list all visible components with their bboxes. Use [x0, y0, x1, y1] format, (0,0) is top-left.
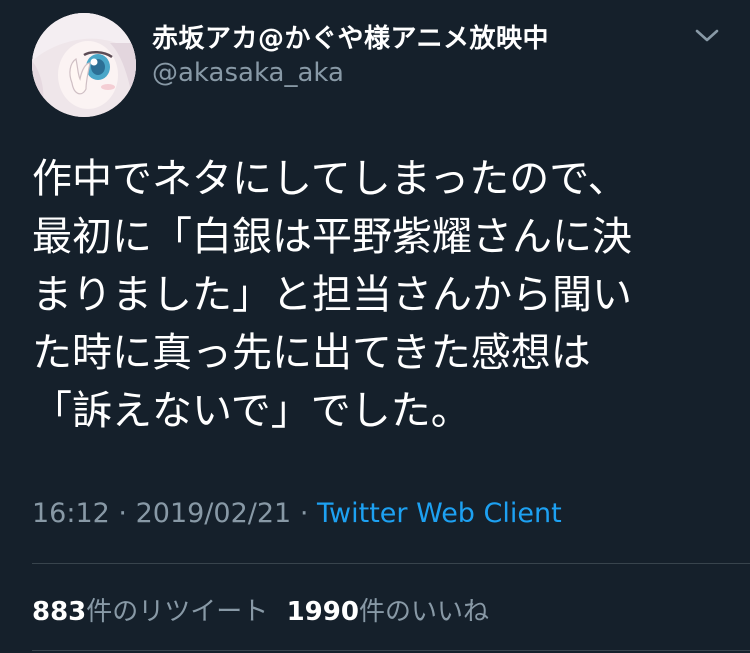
tweet-text: 作中でネタにしてしまったので、 最初に「白銀は平野紫耀さんに決 まりました」と担… — [32, 150, 732, 440]
likes-count: 1990 — [286, 597, 359, 627]
tweet-text-line: まりました」と担当さんから聞い — [32, 272, 632, 318]
retweets-count: 883 — [32, 597, 87, 627]
display-name[interactable]: 赤坂アカ@かぐや様アニメ放映中 — [152, 18, 549, 55]
user-handle[interactable]: @akasaka_aka — [152, 58, 344, 88]
tweet-detail: 赤坂アカ@かぐや様アニメ放映中 @akasaka_aka 作中でネタにしてしまっ… — [0, 0, 750, 653]
tweet-stats: 883件のリツイート 1990件のいいね — [32, 591, 489, 628]
tweet-time[interactable]: 16:12 — [32, 498, 110, 529]
tweet-meta: 16:12 · 2019/02/21 · Twitter Web Client — [32, 498, 562, 529]
avatar[interactable] — [32, 13, 136, 117]
tweet-text-line: 「訴えないで」でした。 — [32, 388, 471, 434]
tweet-text-line: 作中でネタにしてしまったので、 — [32, 156, 628, 202]
divider — [32, 650, 750, 651]
chevron-down-icon[interactable] — [692, 26, 722, 46]
meta-separator: · — [118, 498, 127, 529]
retweets-stat[interactable]: 883件のリツイート — [32, 597, 268, 627]
tweet-text-line: 最初に「白銀は平野紫耀さんに決 — [32, 214, 632, 260]
tweet-source-link[interactable]: Twitter Web Client — [317, 498, 562, 529]
avatar-illustration — [32, 13, 136, 117]
divider — [32, 563, 750, 564]
retweets-label: 件のリツイート — [86, 597, 269, 627]
tweet-date[interactable]: 2019/02/21 — [136, 498, 292, 529]
meta-separator: · — [299, 498, 309, 529]
tweet-text-line: た時に真っ先に出てきた感想は — [32, 330, 591, 376]
likes-stat[interactable]: 1990件のいいね — [287, 597, 489, 627]
likes-label: 件のいいね — [358, 597, 489, 627]
